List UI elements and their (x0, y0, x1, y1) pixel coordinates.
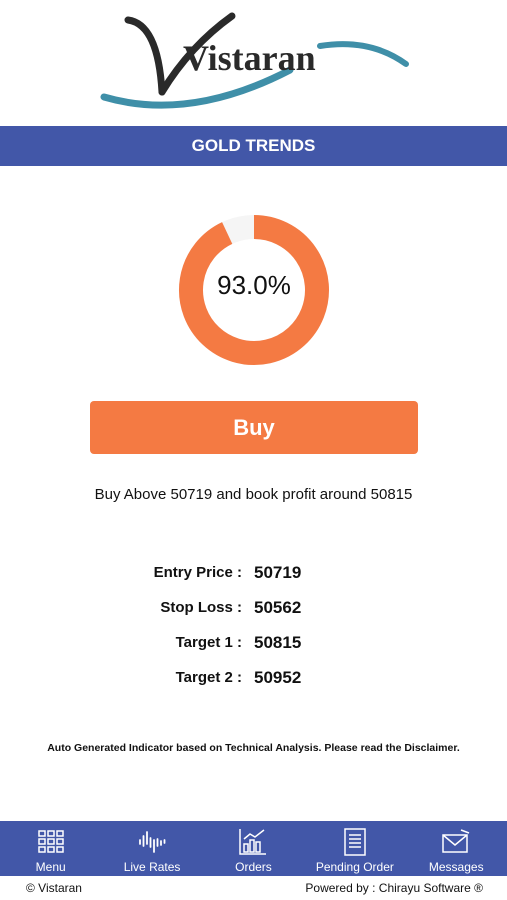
level-value: 50952 (254, 667, 302, 687)
level-label: Stop Loss : (160, 599, 242, 616)
document-icon (344, 828, 366, 856)
waveform-icon (139, 831, 166, 853)
buy-button[interactable]: Buy (90, 401, 418, 454)
level-label: Entry Price : (153, 564, 242, 581)
page-title-bar: GOLD TRENDS (0, 126, 507, 166)
svg-text:Vistaran: Vistaran (183, 38, 316, 78)
bottom-nav: Menu Live Rates Orders Pending Order Mes… (0, 821, 507, 876)
grid-icon (37, 830, 64, 853)
nav-item-menu[interactable]: Menu (0, 821, 101, 876)
gauge-percent-label: 93.0% (217, 270, 291, 300)
footer: © Vistaran Powered by : Chirayu Software… (0, 876, 507, 900)
nav-label: Live Rates (123, 860, 181, 874)
advice-text: Buy Above 50719 and book profit around 5… (94, 486, 413, 503)
level-row-stop-loss: Stop Loss : 50562 (0, 590, 507, 625)
level-row-entry-price: Entry Price : 50719 (0, 555, 507, 590)
level-label: Target 2 : (175, 669, 242, 686)
level-row-target-2: Target 2 : 50952 (0, 660, 507, 695)
envelope-icon (442, 829, 470, 853)
level-value: 50719 (254, 562, 302, 582)
nav-item-orders[interactable]: Orders (203, 821, 304, 876)
nav-label: Messages (428, 860, 484, 874)
disclaimer-text: Auto Generated Indicator based on Techni… (47, 742, 460, 754)
bar-chart-icon (239, 829, 267, 855)
nav-item-messages[interactable]: Messages (406, 821, 507, 876)
nav-item-live-rates[interactable]: Live Rates (102, 821, 203, 876)
nav-label: Orders (235, 860, 272, 874)
nav-label: Pending Order (315, 860, 394, 874)
levels-table: Entry Price : 50719 Stop Loss : 50562 Ta… (0, 555, 507, 695)
level-label: Target 1 : (175, 634, 242, 651)
level-value: 50562 (254, 597, 302, 617)
nav-item-pending-order[interactable]: Pending Order (304, 821, 405, 876)
page-title: GOLD TRENDS (191, 136, 316, 155)
level-value: 50815 (254, 632, 302, 652)
brand-logo: Vistaran (0, 0, 507, 126)
copyright-text: © Vistaran (26, 881, 82, 895)
powered-by-text: Powered by : Chirayu Software ® (305, 881, 483, 895)
level-row-target-1: Target 1 : 50815 (0, 625, 507, 660)
nav-label: Menu (35, 860, 66, 874)
